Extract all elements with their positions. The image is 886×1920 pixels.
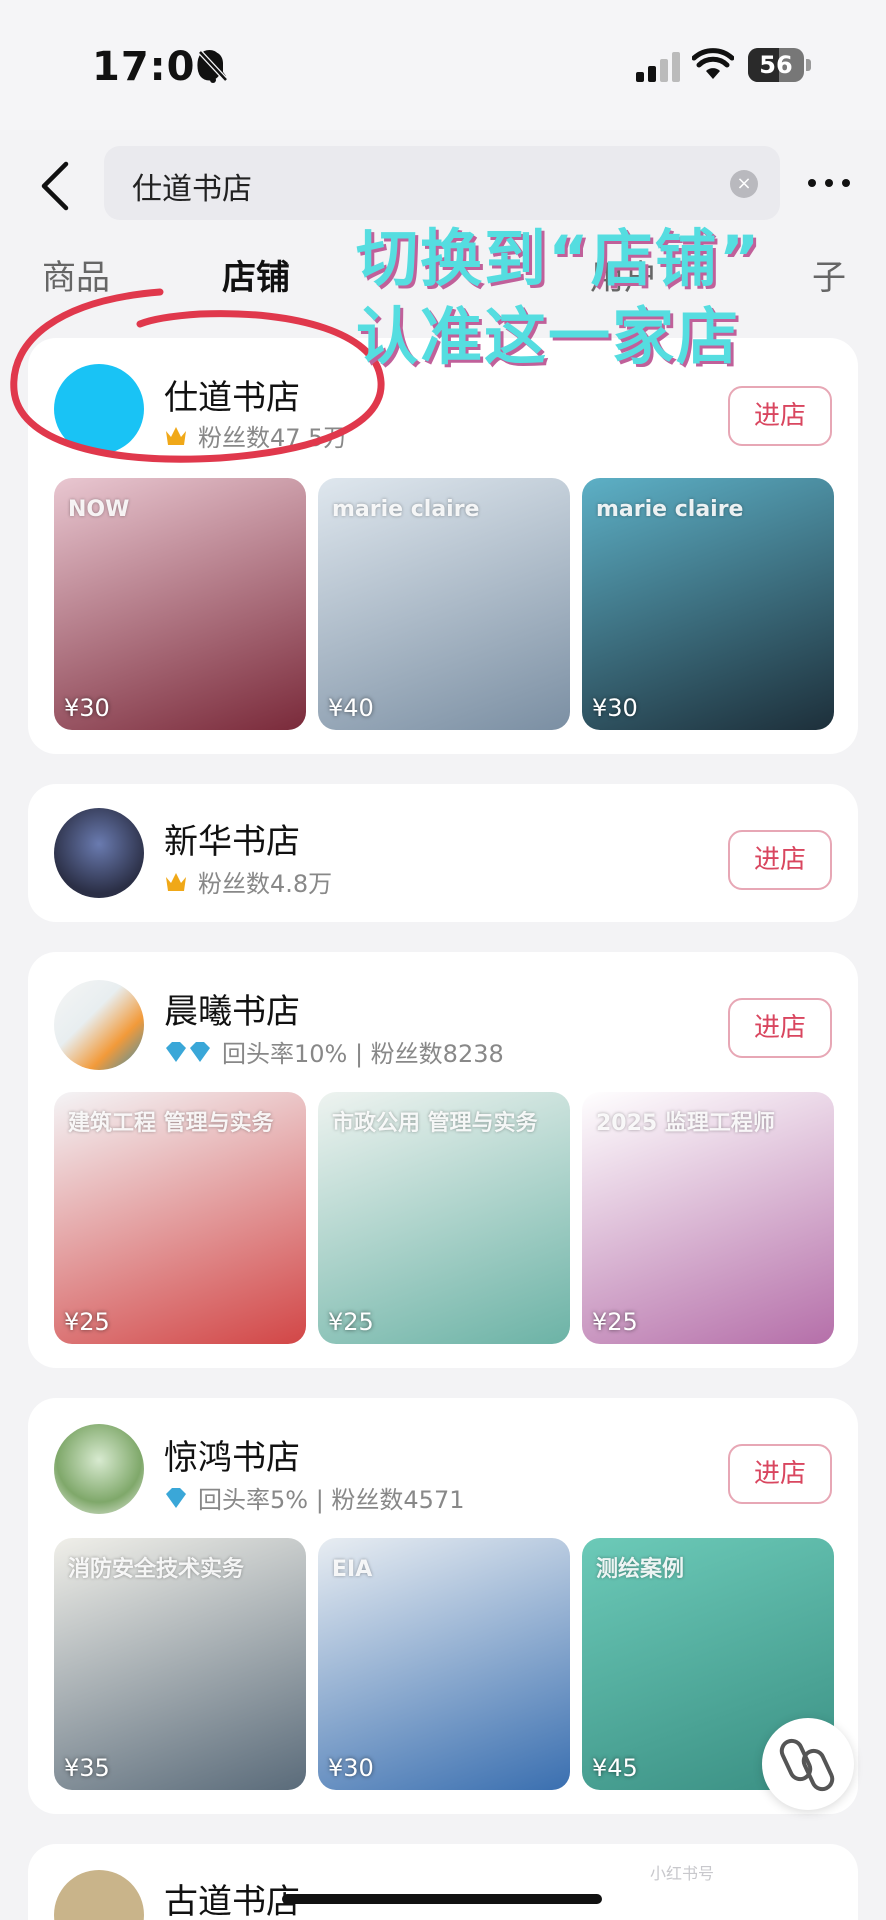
home-indicator bbox=[282, 1894, 602, 1904]
product-cover-image: marie claire bbox=[318, 478, 570, 730]
product-thumbnail[interactable]: 市政公用 管理与实务 ¥25 bbox=[318, 1092, 570, 1344]
store-name: 惊鸿书店 bbox=[164, 1438, 300, 1478]
store-avatar bbox=[54, 980, 144, 1070]
crown-icon bbox=[166, 872, 186, 891]
store-card[interactable]: 惊鸿书店 回头率5% | 粉丝数4571 进店 消防安全技术实务 ¥35 EIA… bbox=[28, 1398, 858, 1814]
store-avatar bbox=[54, 808, 144, 898]
product-thumbnail[interactable]: 2025 监理工程师 ¥25 bbox=[582, 1092, 834, 1344]
battery-icon: 56 bbox=[748, 48, 812, 82]
annotation-line-2: 认准这一家店 bbox=[356, 300, 741, 373]
diamond-icon bbox=[166, 1487, 186, 1508]
cover-text: 市政公用 管理与实务 bbox=[332, 1111, 538, 1136]
store-card[interactable]: 新华书店 粉丝数4.8万 进店 bbox=[28, 784, 858, 922]
bell-muted-icon bbox=[198, 50, 228, 83]
store-stats: 粉丝数4.8万 bbox=[198, 870, 333, 898]
product-price: ¥25 bbox=[64, 1308, 110, 1336]
link-icon bbox=[779, 1738, 835, 1792]
tab-stores[interactable]: 店铺 bbox=[222, 250, 290, 299]
product-cover-image: marie claire bbox=[582, 478, 834, 730]
store-avatar bbox=[54, 1870, 144, 1920]
cover-text: NOW bbox=[68, 497, 130, 522]
clear-icon[interactable]: × bbox=[730, 170, 758, 198]
store-avatar bbox=[54, 1424, 144, 1514]
product-cover-image: NOW bbox=[54, 478, 306, 730]
product-price: ¥25 bbox=[328, 1308, 374, 1336]
product-thumbnail[interactable]: NOW ¥30 bbox=[54, 478, 306, 730]
store-stats: 粉丝数47.5万 bbox=[198, 424, 348, 452]
search-input[interactable]: 仕道书店 × bbox=[104, 146, 780, 220]
product-thumbnail[interactable]: EIA ¥30 bbox=[318, 1538, 570, 1790]
search-query: 仕道书店 bbox=[132, 172, 252, 207]
product-price: ¥40 bbox=[328, 694, 374, 722]
store-card[interactable]: 仕道书店 粉丝数47.5万 进店 NOW ¥30 marie claire ¥4… bbox=[28, 338, 858, 754]
cover-text: 建筑工程 管理与实务 bbox=[68, 1111, 274, 1136]
enter-store-button[interactable]: 进店 bbox=[728, 998, 832, 1058]
store-name: 古道书店 bbox=[164, 1882, 300, 1920]
cover-text: 2025 监理工程师 bbox=[596, 1111, 775, 1136]
store-meta: 粉丝数4.8万 bbox=[164, 864, 332, 899]
enter-store-button[interactable]: 进店 bbox=[728, 386, 832, 446]
product-thumbnail[interactable]: 建筑工程 管理与实务 ¥25 bbox=[54, 1092, 306, 1344]
store-name: 晨曦书店 bbox=[164, 992, 300, 1032]
store-card[interactable]: 晨曦书店 回头率10% | 粉丝数8238 进店 建筑工程 管理与实务 ¥25 … bbox=[28, 952, 858, 1368]
chat-float-button[interactable] bbox=[762, 1718, 854, 1810]
product-cover-image: 2025 监理工程师 bbox=[582, 1092, 834, 1344]
status-bar: 17:00 56 bbox=[0, 0, 886, 130]
product-price: ¥30 bbox=[592, 694, 638, 722]
product-price: ¥25 bbox=[592, 1308, 638, 1336]
store-name: 新华书店 bbox=[164, 822, 300, 862]
store-card[interactable]: 古道书店 bbox=[28, 1844, 858, 1920]
store-avatar bbox=[54, 364, 144, 454]
product-price: ¥45 bbox=[592, 1754, 638, 1782]
battery-level: 56 bbox=[759, 51, 793, 79]
enter-store-button[interactable]: 进店 bbox=[728, 830, 832, 890]
store-name: 仕道书店 bbox=[164, 378, 300, 418]
back-icon[interactable] bbox=[36, 158, 76, 214]
signal-icon bbox=[636, 52, 680, 82]
store-meta: 回头率10% | 粉丝数8238 bbox=[164, 1034, 504, 1069]
store-meta: 回头率5% | 粉丝数4571 bbox=[164, 1480, 465, 1515]
store-meta: 粉丝数47.5万 bbox=[164, 418, 347, 453]
cover-text: 测绘案例 bbox=[596, 1557, 685, 1582]
cover-text: 消防安全技术实务 bbox=[68, 1557, 245, 1582]
tab-products[interactable]: 商品 bbox=[42, 250, 110, 299]
product-thumbnail[interactable]: marie claire ¥30 bbox=[582, 478, 834, 730]
annotation-overlay: 切换到“店铺” 认准这一家店 bbox=[356, 220, 876, 376]
product-price: ¥30 bbox=[64, 694, 110, 722]
product-cover-image: 建筑工程 管理与实务 bbox=[54, 1092, 306, 1344]
product-price: ¥30 bbox=[328, 1754, 374, 1782]
product-cover-image: 消防安全技术实务 bbox=[54, 1538, 306, 1790]
product-cover-image: 市政公用 管理与实务 bbox=[318, 1092, 570, 1344]
cover-text: marie claire bbox=[332, 497, 480, 522]
cover-text: marie claire bbox=[596, 497, 744, 522]
product-price: ¥35 bbox=[64, 1754, 110, 1782]
wifi-icon bbox=[692, 48, 734, 79]
cover-text: EIA bbox=[332, 1557, 373, 1582]
watermark: 小红书号 bbox=[650, 1864, 715, 1883]
diamond-icon bbox=[166, 1041, 210, 1062]
more-icon[interactable] bbox=[804, 168, 854, 198]
product-thumbnail[interactable]: 消防安全技术实务 ¥35 bbox=[54, 1538, 306, 1790]
product-cover-image: EIA bbox=[318, 1538, 570, 1790]
product-thumbnail[interactable]: marie claire ¥40 bbox=[318, 478, 570, 730]
annotation-line-1: 切换到“店铺” bbox=[356, 222, 762, 295]
store-stats: 回头率10% | 粉丝数8238 bbox=[222, 1040, 504, 1068]
store-stats: 回头率5% | 粉丝数4571 bbox=[198, 1486, 465, 1514]
enter-store-button[interactable]: 进店 bbox=[728, 1444, 832, 1504]
crown-icon bbox=[166, 426, 186, 445]
